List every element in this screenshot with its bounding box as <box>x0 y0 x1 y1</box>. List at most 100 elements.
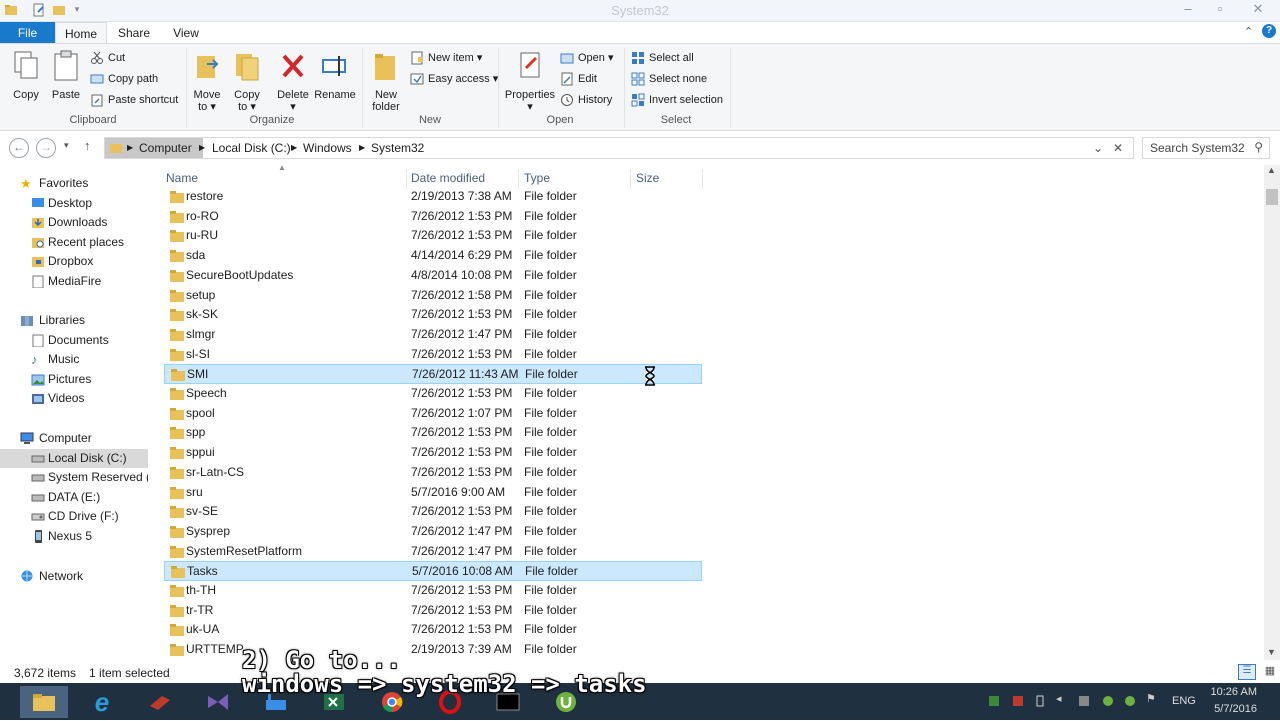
select-all-button[interactable]: Select all <box>631 49 694 67</box>
nav-item-system-reserved[interactable]: System Reserved (D: <box>0 468 148 487</box>
new-folder-button[interactable]: New folder <box>368 50 404 113</box>
table-row[interactable]: Tasks 5/7/2016 10:08 AM File folder <box>164 561 702 582</box>
action-center-flag-icon[interactable]: ⚑ <box>1146 692 1158 705</box>
open-button[interactable]: Open ▾ <box>560 49 614 67</box>
easy-access-button[interactable]: Easy access ▾ <box>410 70 498 88</box>
select-none-button[interactable]: Select none <box>631 70 707 88</box>
clock-date[interactable]: 5/7/2016 <box>1205 703 1257 715</box>
nav-item-recent-places[interactable]: Recent places <box>0 233 148 252</box>
table-row[interactable]: spp 7/26/2012 1:53 PM File folder <box>164 423 702 443</box>
table-row[interactable]: sru 5/7/2016 9:00 AM File folder <box>164 483 702 503</box>
nav-item-desktop[interactable]: Desktop <box>0 194 148 213</box>
table-row[interactable]: setup 7/26/2012 1:58 PM File folder <box>164 286 702 306</box>
address-bar[interactable]: ▶ Computer ▶ Local Disk (C:) ▶ Windows ▶… <box>104 137 1134 159</box>
address-dropdown-icon[interactable]: ⌄ <box>1093 141 1103 155</box>
table-row[interactable]: tr-TR 7/26/2012 1:53 PM File folder <box>164 601 702 621</box>
recent-locations-icon[interactable]: ▾ <box>64 140 69 151</box>
table-row[interactable]: slmgr 7/26/2012 1:47 PM File folder <box>164 325 702 345</box>
properties-button[interactable]: Properties ▾ <box>504 50 556 113</box>
paste-shortcut-button[interactable]: Paste shortcut <box>90 91 178 109</box>
column-divider[interactable] <box>702 169 703 189</box>
nav-item-documents[interactable]: Documents <box>0 331 148 350</box>
paste-button[interactable]: Paste <box>48 50 84 101</box>
column-divider[interactable] <box>406 169 407 189</box>
invert-selection-button[interactable]: Invert selection <box>631 91 723 109</box>
vertical-scrollbar[interactable]: ▲ ▼ <box>1264 165 1280 660</box>
table-row[interactable]: ru-RU 7/26/2012 1:53 PM File folder <box>164 226 702 246</box>
copy-to-button[interactable]: Copy to ▾ <box>230 50 264 113</box>
search-icon[interactable]: ⚲ <box>1254 140 1263 154</box>
nav-item-pictures[interactable]: Pictures <box>0 370 148 389</box>
volume-icon[interactable]: ◂ <box>1056 692 1068 705</box>
back-arrow-icon[interactable]: ← <box>9 138 29 158</box>
nav-favorites[interactable]: ★ Favorites <box>0 174 148 193</box>
forward-arrow-icon[interactable]: → <box>36 138 56 158</box>
nav-item-music[interactable]: ♪ Music <box>0 350 148 369</box>
minimize-button[interactable]: – <box>1176 0 1200 20</box>
details-view-icon[interactable]: ☰ <box>1238 664 1256 680</box>
up-arrow-icon[interactable]: ↑ <box>84 138 91 153</box>
cut-button[interactable]: Cut <box>90 49 125 67</box>
copy-button[interactable]: Copy <box>8 50 44 101</box>
tray-app-icon[interactable] <box>1012 695 1024 707</box>
breadcrumb-computer[interactable]: Computer <box>139 141 192 155</box>
history-button[interactable]: History <box>560 91 612 109</box>
table-row[interactable]: Speech 7/26/2012 1:53 PM File folder <box>164 384 702 404</box>
edit-button[interactable]: Edit <box>560 70 597 88</box>
table-row[interactable]: sk-SK 7/26/2012 1:53 PM File folder <box>164 305 702 325</box>
delete-button[interactable]: Delete ▾ <box>274 50 312 113</box>
column-divider[interactable] <box>518 169 519 189</box>
nav-libraries[interactable]: Libraries <box>0 311 148 330</box>
move-to-button[interactable]: Move to ▾ <box>192 50 222 113</box>
clock-time[interactable]: 10:26 AM <box>1205 686 1257 698</box>
new-item-button[interactable]: New item ▾ <box>410 49 482 67</box>
column-header-size[interactable]: Size <box>636 171 659 185</box>
column-header-name[interactable]: Name <box>166 171 198 185</box>
tab-home[interactable]: Home <box>55 22 107 44</box>
table-row[interactable]: ro-RO 7/26/2012 1:53 PM File folder <box>164 207 702 227</box>
table-row[interactable]: Sysprep 7/26/2012 1:47 PM File folder <box>164 522 702 542</box>
table-row[interactable]: SystemResetPlatform 7/26/2012 1:47 PM File… <box>164 542 702 562</box>
collapse-ribbon-icon[interactable]: ⌃ <box>1244 25 1253 38</box>
taskbar-visual-studio[interactable] <box>194 686 242 718</box>
battery-icon[interactable] <box>1034 695 1046 707</box>
tray-app-icon[interactable] <box>1078 695 1090 707</box>
nav-item-downloads[interactable]: Downloads <box>0 213 148 232</box>
breadcrumb-windows[interactable]: Windows <box>303 141 352 155</box>
help-icon[interactable]: ? <box>1262 24 1276 38</box>
maximize-button[interactable]: ▫ <box>1208 0 1232 20</box>
breadcrumb-system32[interactable]: System32 <box>371 141 424 155</box>
table-row[interactable]: sppui 7/26/2012 1:53 PM File folder <box>164 443 702 463</box>
close-button[interactable]: ✕ <box>1238 0 1278 20</box>
tab-file[interactable]: File <box>0 22 55 44</box>
scroll-down-arrow-icon[interactable]: ▼ <box>1267 647 1276 657</box>
nav-network[interactable]: Network <box>0 567 148 586</box>
language-indicator[interactable]: ENG <box>1172 695 1196 707</box>
scrollbar-thumb[interactable] <box>1266 189 1278 205</box>
utorrent-tray-icon[interactable] <box>1124 695 1136 707</box>
column-header-date[interactable]: Date modified <box>411 171 485 185</box>
table-row[interactable]: sr-Latn-CS 7/26/2012 1:53 PM File folder <box>164 463 702 483</box>
breadcrumb-local-disk[interactable]: Local Disk (C:) <box>212 141 291 155</box>
nav-item-local-disk[interactable]: Local Disk (C:) <box>0 449 148 468</box>
tray-app-icon[interactable] <box>988 695 1000 707</box>
nav-item-data[interactable]: DATA (E:) <box>0 488 148 507</box>
nav-computer[interactable]: Computer <box>0 429 148 448</box>
taskbar-internet-explorer[interactable]: e <box>78 686 126 718</box>
table-row[interactable]: SecureBootUpdates 4/8/2014 10:08 PM File f… <box>164 266 702 286</box>
column-header-type[interactable]: Type <box>524 171 550 185</box>
table-row[interactable]: SMI 7/26/2012 11:43 AM File folder <box>164 364 702 385</box>
nav-item-nexus-5[interactable]: Nexus 5 <box>0 527 148 546</box>
scroll-up-arrow-icon[interactable]: ▲ <box>1267 165 1276 175</box>
large-icons-view-icon[interactable]: ▦ <box>1262 664 1278 680</box>
column-divider[interactable] <box>630 169 631 189</box>
table-row[interactable]: restore 2/19/2013 7:38 AM File folder <box>164 187 702 207</box>
rename-button[interactable]: Rename <box>314 50 356 101</box>
taskbar-file-explorer[interactable] <box>20 686 68 718</box>
nav-item-mediafire[interactable]: MediaFire <box>0 272 148 291</box>
utorrent-tray-icon[interactable] <box>1102 695 1114 707</box>
taskbar-app-book[interactable] <box>136 686 184 718</box>
table-row[interactable]: uk-UA 7/26/2012 1:53 PM File folder <box>164 620 702 640</box>
table-row[interactable]: sl-SI 7/26/2012 1:53 PM File folder <box>164 345 702 365</box>
nav-item-dropbox[interactable]: Dropbox <box>0 252 148 271</box>
